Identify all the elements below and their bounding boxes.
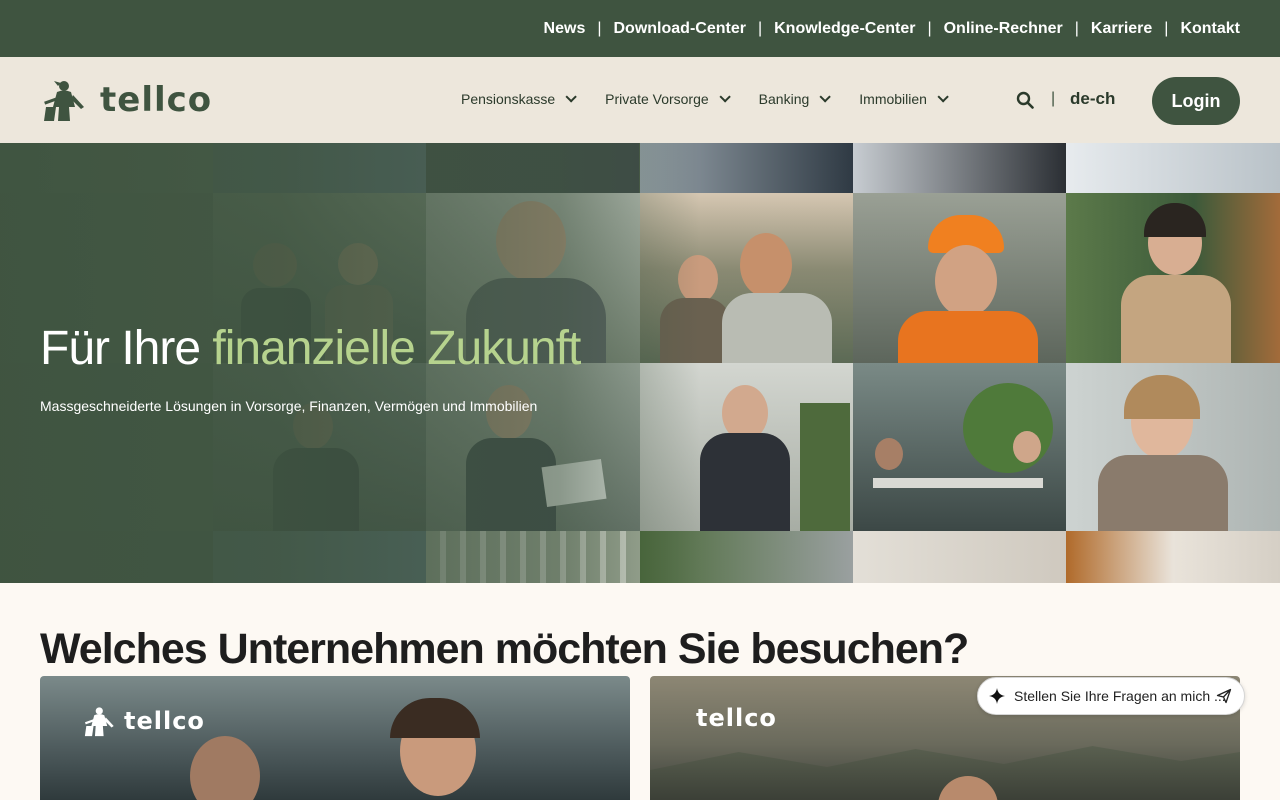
card-logo-wordmark: tellco bbox=[124, 707, 205, 735]
topbar-link-news[interactable]: News bbox=[544, 20, 586, 38]
hero-photo-tile bbox=[853, 143, 1066, 193]
hero-title-accent: finanzielle Zukunft bbox=[212, 322, 581, 375]
menu-item-label: Pensionskasse bbox=[461, 91, 556, 107]
hero-photo-tile bbox=[853, 363, 1066, 531]
language-switcher[interactable]: de-ch bbox=[1070, 89, 1115, 109]
card-logo: tellco bbox=[690, 704, 777, 732]
hero-photo-tile bbox=[853, 193, 1066, 363]
main-navigation: tellco Pensionskasse Private Vorsorge Ba… bbox=[0, 57, 1280, 143]
logo-wordmark: tellco bbox=[100, 80, 213, 120]
menu-item-banking[interactable]: Banking bbox=[758, 91, 832, 107]
chat-placeholder: Stellen Sie Ihre Fragen an mich ... bbox=[1014, 688, 1226, 704]
topbar-link-karriere[interactable]: Karriere bbox=[1091, 20, 1152, 38]
login-button[interactable]: Login bbox=[1152, 77, 1240, 125]
chevron-down-icon bbox=[819, 91, 832, 103]
menu-item-private-vorsorge[interactable]: Private Vorsorge bbox=[605, 91, 731, 107]
chevron-down-icon bbox=[719, 91, 731, 103]
card-logo-wordmark: tellco bbox=[696, 704, 777, 732]
hero-title: Für Ihre finanzielle Zukunft bbox=[40, 321, 581, 376]
hero-photo-tile bbox=[1066, 531, 1280, 583]
menu-item-label: Private Vorsorge bbox=[605, 91, 709, 107]
company-card-tellco-vorsorge[interactable]: tellco bbox=[40, 676, 630, 800]
hero-banner: Für Ihre finanzielle Zukunft Massgeschne… bbox=[0, 143, 1280, 583]
hero-photo-tile bbox=[1066, 193, 1280, 363]
search-icon[interactable] bbox=[1016, 91, 1034, 109]
topbar-link-knowledge-center[interactable]: Knowledge-Center bbox=[774, 20, 915, 38]
topbar-separator: | bbox=[1074, 19, 1079, 37]
tell-figure-logo-icon bbox=[44, 81, 84, 121]
topbar-separator: | bbox=[757, 19, 763, 37]
primary-menu: Pensionskasse Private Vorsorge Banking I… bbox=[461, 91, 977, 107]
card-logo: tellco bbox=[82, 704, 205, 738]
sparkle-icon bbox=[989, 688, 1005, 704]
topbar-link-download-center[interactable]: Download-Center bbox=[614, 20, 746, 38]
site-logo[interactable]: tellco bbox=[40, 77, 212, 123]
chat-assistant-input[interactable]: Stellen Sie Ihre Fragen an mich ... bbox=[977, 677, 1245, 715]
topbar-separator: | bbox=[597, 19, 602, 37]
topbar-separator: | bbox=[927, 19, 932, 37]
topbar-link-online-rechner[interactable]: Online-Rechner bbox=[944, 20, 1063, 38]
utility-bar: News | Download-Center | Knowledge-Cente… bbox=[0, 0, 1280, 57]
hero-photo-tile bbox=[853, 531, 1066, 583]
hero-title-plain: Für Ihre bbox=[40, 322, 213, 375]
menu-item-pensionskasse[interactable]: Pensionskasse bbox=[461, 91, 577, 107]
topbar-separator: | bbox=[1164, 19, 1169, 37]
menu-item-label: Immobilien bbox=[859, 91, 927, 107]
menu-item-immobilien[interactable]: Immobilien bbox=[859, 91, 949, 107]
topbar-link-kontakt[interactable]: Kontakt bbox=[1180, 20, 1240, 38]
menu-item-label: Banking bbox=[758, 91, 810, 107]
chevron-down-icon bbox=[937, 91, 949, 103]
section-title: Welches Unternehmen möchten Sie besuchen… bbox=[40, 625, 969, 673]
nav-divider: | bbox=[1051, 90, 1056, 107]
hero-subtitle: Massgeschneiderte Lösungen in Vorsorge, … bbox=[40, 398, 538, 414]
tell-figure-logo-icon bbox=[84, 707, 114, 737]
hero-photo-tile bbox=[1066, 143, 1280, 193]
chevron-down-icon bbox=[565, 91, 577, 103]
send-icon[interactable] bbox=[1216, 688, 1232, 704]
hero-photo-tile bbox=[1066, 363, 1280, 531]
